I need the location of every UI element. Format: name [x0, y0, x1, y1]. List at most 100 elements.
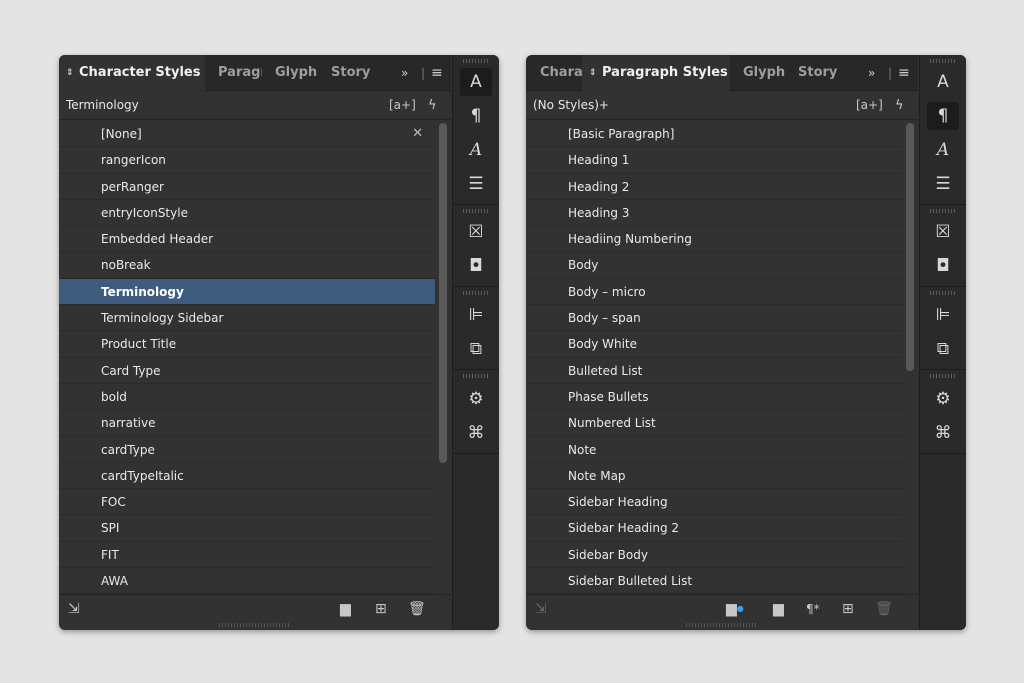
links-icon[interactable]: ⚙	[460, 385, 492, 413]
align-icon[interactable]: ⊫	[927, 301, 959, 329]
panel-menu-icon[interactable]: ≡	[898, 55, 910, 91]
resize-grip[interactable]	[219, 623, 289, 627]
trash-icon[interactable]: 🗑	[875, 595, 893, 623]
style-list-item[interactable]: Product Title	[59, 331, 435, 358]
clear-overrides-icon[interactable]: ¶*	[806, 595, 820, 623]
scrollbar[interactable]	[436, 121, 450, 594]
story-icon[interactable]: ☰	[460, 170, 492, 198]
new-style-icon[interactable]: ⊞	[842, 595, 854, 623]
dock-separator	[920, 286, 966, 287]
style-list-item[interactable]: Sidebar Bulleted List	[526, 568, 902, 594]
style-list-item[interactable]: Body – micro	[526, 279, 902, 306]
style-list-item[interactable]: entryIconStyle	[59, 200, 435, 227]
folder-icon[interactable]: ▆	[773, 595, 784, 623]
paragraph-styles-icon[interactable]: ¶	[460, 102, 492, 130]
style-list-item[interactable]: Body	[526, 252, 902, 279]
new-style-group-icon[interactable]: [a+]	[856, 91, 883, 120]
new-style-icon[interactable]: ⊞	[375, 595, 387, 623]
style-list-item[interactable]: FIT	[59, 542, 435, 569]
links-icon[interactable]: ⚙	[927, 385, 959, 413]
tab-paragraph-styles[interactable]: ⇕ Paragraph Styles	[582, 55, 730, 92]
tab-glyphs[interactable]: Glyphs	[743, 55, 786, 91]
clear-override-icon[interactable]: ✕	[412, 121, 423, 147]
style-list-item[interactable]: Phase Bullets	[526, 384, 902, 411]
style-list-item[interactable]: bold	[59, 384, 435, 411]
tab-story[interactable]: Story	[331, 55, 371, 91]
glyphs-icon[interactable]: A	[927, 136, 959, 164]
style-list-item[interactable]: Headiing Numbering	[526, 226, 902, 253]
lightning-icon[interactable]: ϟ	[895, 91, 904, 120]
resize-grip[interactable]	[686, 623, 756, 627]
style-list-item[interactable]: AWA	[59, 568, 435, 594]
scrollbar[interactable]	[903, 121, 917, 594]
style-list-item[interactable]: Embedded Header	[59, 226, 435, 253]
new-style-group-icon[interactable]: [a+]	[389, 91, 416, 120]
swatches-icon[interactable]: ◘	[927, 252, 959, 280]
gpu-icon[interactable]: ⌘	[927, 419, 959, 447]
style-list-item[interactable]: narrative	[59, 410, 435, 437]
align-icon[interactable]: ⊫	[460, 301, 492, 329]
dock-grip[interactable]	[463, 209, 489, 213]
style-list-item[interactable]: Numbered List	[526, 410, 902, 437]
sync-folder-icon[interactable]: ▆●	[726, 595, 744, 623]
style-list-item[interactable]: cardType	[59, 437, 435, 463]
dock-grip[interactable]	[930, 291, 956, 295]
style-list-item[interactable]: Heading 1	[526, 147, 902, 174]
pathfinder-icon[interactable]: ⧉	[460, 335, 492, 363]
style-list-item[interactable]: Card Type	[59, 358, 435, 384]
dock-grip[interactable]	[463, 59, 489, 63]
scrollbar-thumb[interactable]	[439, 123, 447, 463]
load-styles-icon[interactable]: ⇲	[535, 595, 547, 623]
paragraph-styles-icon[interactable]: ¶	[927, 102, 959, 130]
style-list-item[interactable]: Terminology Sidebar	[59, 305, 435, 332]
style-list-item[interactable]: Heading 2	[526, 174, 902, 200]
object-styles-icon[interactable]: ☒	[927, 218, 959, 246]
style-list-item[interactable]: Sidebar Heading	[526, 489, 902, 516]
dock-grip[interactable]	[930, 59, 956, 63]
style-list-item[interactable]: Heading 3	[526, 200, 902, 227]
load-styles-icon[interactable]: ⇲	[68, 595, 80, 623]
story-icon[interactable]: ☰	[927, 170, 959, 198]
style-list-item[interactable]: Note	[526, 437, 902, 463]
style-list-item[interactable]: Bulleted List	[526, 358, 902, 384]
style-list-item[interactable]: SPI	[59, 515, 435, 542]
style-list-item[interactable]: noBreak	[59, 252, 435, 279]
gpu-icon[interactable]: ⌘	[460, 419, 492, 447]
style-list-item[interactable]: Sidebar Body	[526, 542, 902, 569]
style-list-item[interactable]: Body White	[526, 331, 902, 358]
tab-paragraph-styles[interactable]: Paragr	[218, 55, 262, 91]
lightning-icon[interactable]: ϟ	[428, 91, 437, 120]
style-list-item[interactable]: cardTypeItalic	[59, 463, 435, 490]
character-styles-icon[interactable]: A	[927, 68, 959, 96]
overflow-tabs-icon[interactable]: »	[868, 55, 875, 91]
style-list-item[interactable]: rangerIcon	[59, 147, 435, 174]
panel-menu-icon[interactable]: ≡	[431, 55, 443, 91]
tab-glyphs[interactable]: Glyphs	[275, 55, 318, 91]
dock-separator	[453, 369, 499, 370]
dock-grip[interactable]	[930, 209, 956, 213]
style-list-item[interactable]: FOC	[59, 489, 435, 516]
overflow-tabs-icon[interactable]: »	[401, 55, 408, 91]
dock-grip[interactable]	[463, 291, 489, 295]
tab-character-styles[interactable]: Chara	[540, 55, 582, 91]
style-list-item[interactable]: Note Map	[526, 463, 902, 490]
object-styles-icon[interactable]: ☒	[460, 218, 492, 246]
style-list-item[interactable]: perRanger	[59, 174, 435, 200]
glyphs-icon[interactable]: A	[460, 136, 492, 164]
style-name: Product Title	[101, 337, 177, 352]
style-list-item[interactable]: Terminology	[59, 278, 435, 306]
style-list-item[interactable]: [None] ✕	[59, 121, 435, 148]
style-list-item[interactable]: Body – span	[526, 305, 902, 332]
tab-story[interactable]: Story	[798, 55, 838, 91]
pathfinder-icon[interactable]: ⧉	[927, 335, 959, 363]
style-list-item[interactable]: [Basic Paragraph]	[526, 121, 902, 148]
character-styles-icon[interactable]: A	[460, 68, 492, 96]
tab-character-styles[interactable]: ⇕ Character Styles	[59, 55, 205, 92]
dock-grip[interactable]	[930, 374, 956, 378]
dock-grip[interactable]	[463, 374, 489, 378]
style-list-item[interactable]: Sidebar Heading 2	[526, 515, 902, 542]
folder-icon[interactable]: ▆	[340, 595, 351, 623]
swatches-icon[interactable]: ◘	[460, 252, 492, 280]
scrollbar-thumb[interactable]	[906, 123, 914, 371]
trash-icon[interactable]: 🗑	[408, 595, 426, 623]
